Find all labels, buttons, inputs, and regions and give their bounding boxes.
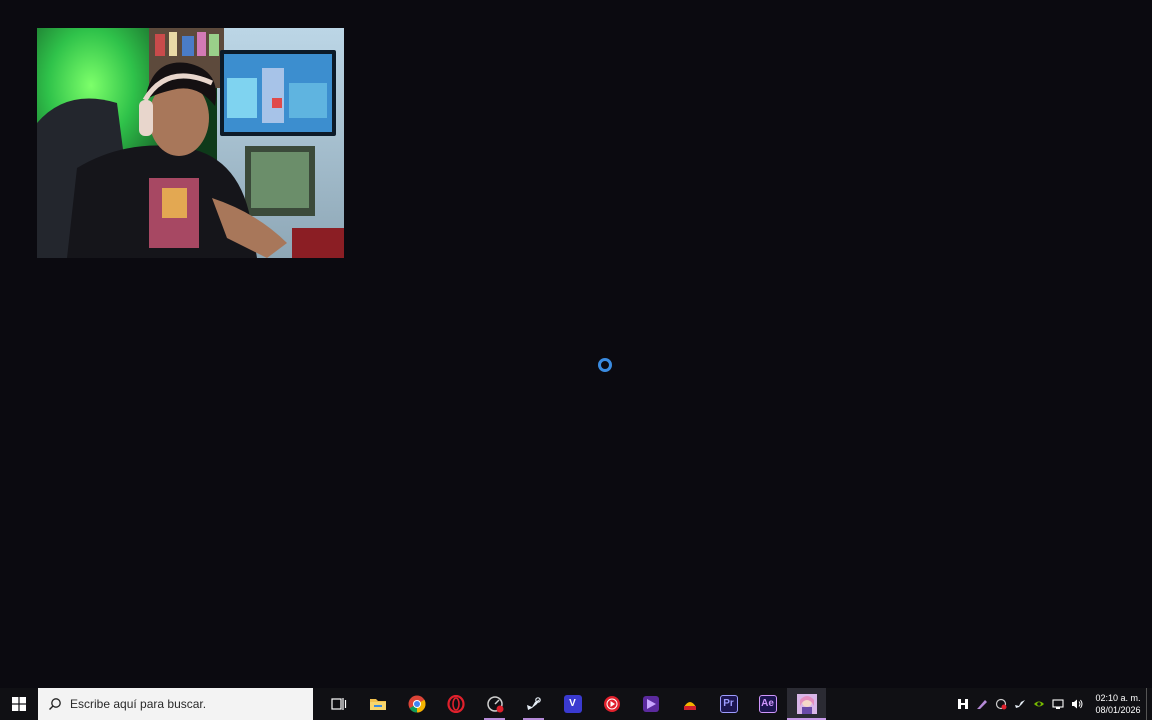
volume-icon [1071,699,1082,709]
emblem-icon [683,702,696,710]
steam-icon [526,697,541,710]
purple-app-icon [642,696,659,712]
premiere-icon: Pr [719,695,738,713]
anime-app-icon [796,694,817,714]
record-gauge-icon [486,696,503,713]
tray-volume[interactable] [1067,688,1086,720]
pen-icon [976,700,987,709]
record-gauge-tray-icon [995,698,1006,710]
tray-app-h[interactable] [953,688,972,720]
search-icon [49,698,61,710]
after-effects-button[interactable]: Ae [748,688,787,720]
chrome-icon [408,695,426,713]
nvidia-icon [1033,701,1044,707]
after-effects-icon: Ae [758,695,777,713]
opera-button[interactable] [436,688,475,720]
taskbar: V Pr Ae [0,688,1152,720]
desktop [0,0,1152,688]
youtube-music-button[interactable] [592,688,631,720]
task-view-button[interactable] [319,688,358,720]
opera-icon [446,695,465,713]
purple-app-button[interactable] [631,688,670,720]
play-icon [603,696,620,712]
steam-tray-icon [1014,700,1025,708]
taskbar-clock[interactable]: 02:10 a. m. 08/01/2026 [1090,688,1146,720]
system-tray: 02:10 a. m. 08/01/2026 [953,688,1152,720]
emblem-app-button[interactable] [670,688,709,720]
bracket-h-icon [957,699,968,709]
file-explorer-button[interactable] [358,688,397,720]
webcam-overlay [37,28,344,258]
anime-app-button[interactable] [787,688,826,720]
chrome-button[interactable] [397,688,436,720]
steam-button[interactable] [514,688,553,720]
tray-pen[interactable] [972,688,991,720]
recorder-button[interactable] [475,688,514,720]
webcam-image [37,28,344,258]
v-icon: V [563,695,582,713]
tray-recorder[interactable] [991,688,1010,720]
vegas-button[interactable]: V [553,688,592,720]
taskbar-search-box[interactable] [38,688,313,720]
network-icon [1051,699,1064,709]
clock-date: 08/01/2026 [1095,705,1141,715]
tray-nvidia[interactable] [1029,688,1048,720]
loading-spinner-icon [597,357,613,373]
folder-icon [369,699,386,710]
show-desktop-button[interactable] [1146,688,1152,720]
clock-time: 02:10 a. m. [1095,693,1141,703]
windows-logo-icon [12,697,26,711]
tray-steam[interactable] [1010,688,1029,720]
start-button[interactable] [0,688,38,720]
premiere-pro-button[interactable]: Pr [709,688,748,720]
tray-network[interactable] [1048,688,1067,720]
task-view-icon [330,698,346,710]
search-input[interactable] [70,697,290,711]
